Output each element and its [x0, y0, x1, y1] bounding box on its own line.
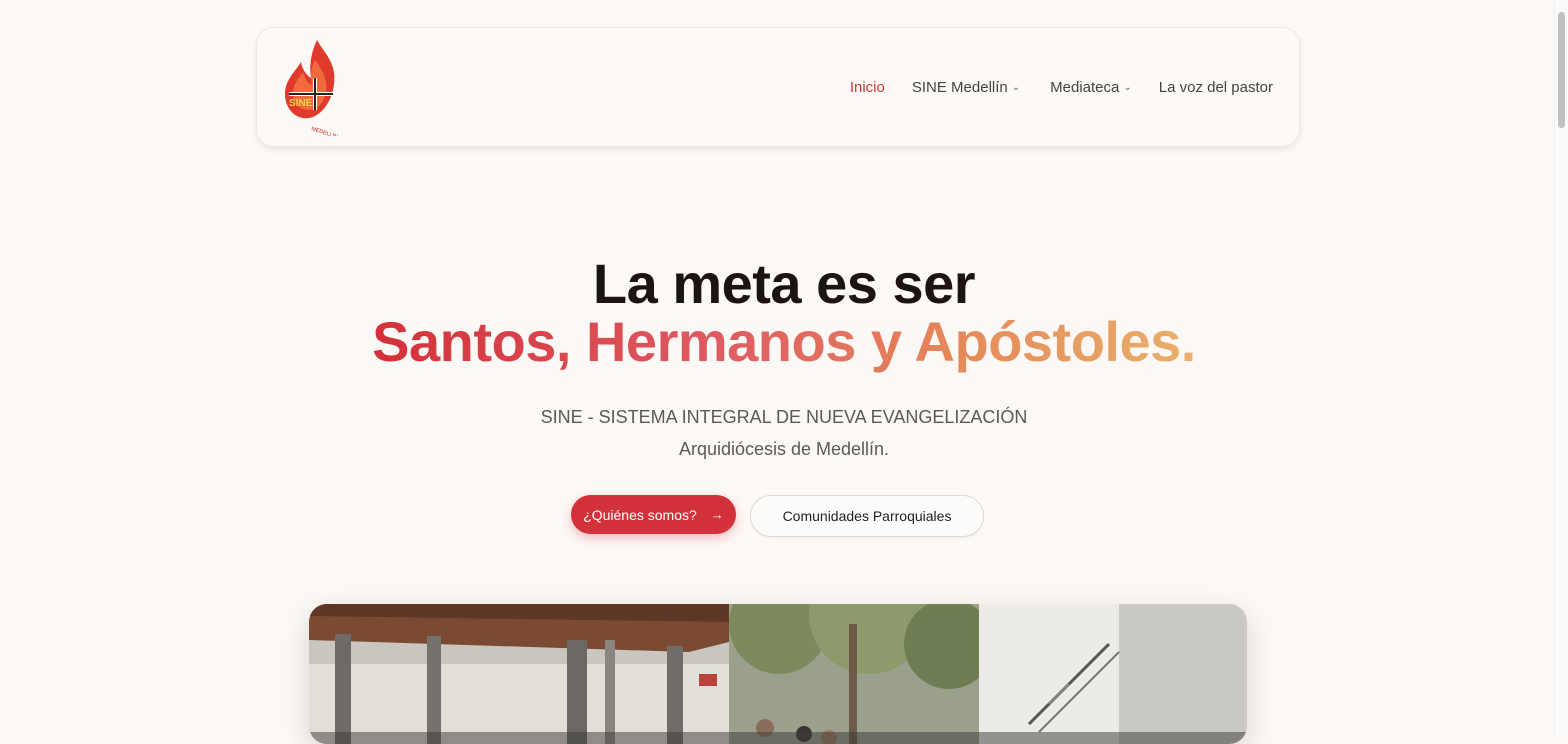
hero-subtitle: SINE - SISTEMA INTEGRAL DE NUEVA EVANGEL… [0, 401, 1568, 465]
site-header: SINE MEDELLÍN Inicio SINE Medellín ⌄ Med… [256, 27, 1300, 147]
nav-label: SINE Medellín [911, 78, 1008, 96]
hero-photo-illustration [309, 604, 1247, 744]
hero-photo [309, 604, 1247, 744]
svg-text:SINE: SINE [289, 98, 313, 109]
nav-item-la-voz-del-pastor[interactable]: La voz del pastor [1159, 79, 1273, 96]
hero-title-line1: La meta es ser [592, 252, 976, 315]
chevron-down-icon: ⌄ [1011, 81, 1021, 93]
hero-subtitle-line2: Arquidiócesis de Medellín. [678, 439, 890, 459]
nav-item-mediateca[interactable]: Mediateca ⌄ [1050, 79, 1132, 96]
nav-item-inicio[interactable]: Inicio [850, 79, 885, 96]
main-nav: Inicio SINE Medellín ⌄ Mediateca ⌄ La vo… [823, 28, 1273, 146]
button-label: Comunidades Parroquiales [782, 508, 952, 524]
nav-label: Inicio [849, 78, 885, 96]
svg-text:MEDELLÍN: MEDELLÍN [310, 125, 338, 136]
comunidades-parroquiales-button[interactable]: Comunidades Parroquiales [750, 495, 984, 537]
arrow-right-icon: → [710, 507, 724, 522]
quienes-somos-button[interactable]: ¿Quiénes somos? → [571, 495, 736, 534]
nav-label: Mediateca [1050, 78, 1120, 96]
nav-label: La voz del pastor [1158, 78, 1273, 96]
button-label: ¿Quiénes somos? [583, 506, 697, 523]
hero-title: La meta es ser Santos, Hermanos y Apósto… [0, 255, 1568, 371]
scrollbar-thumb[interactable] [1558, 12, 1565, 128]
chevron-down-icon: ⌄ [1123, 81, 1132, 93]
nav-item-sine-medellin[interactable]: SINE Medellín ⌄ [912, 79, 1020, 96]
sine-logo[interactable]: SINE MEDELLÍN [281, 38, 341, 136]
hero-subtitle-line1: SINE - SISTEMA INTEGRAL DE NUEVA EVANGEL… [540, 407, 1028, 427]
hero-title-line2: Santos, Hermanos y Apóstoles. [372, 310, 1196, 373]
page-scrollbar[interactable] [1554, 0, 1568, 737]
